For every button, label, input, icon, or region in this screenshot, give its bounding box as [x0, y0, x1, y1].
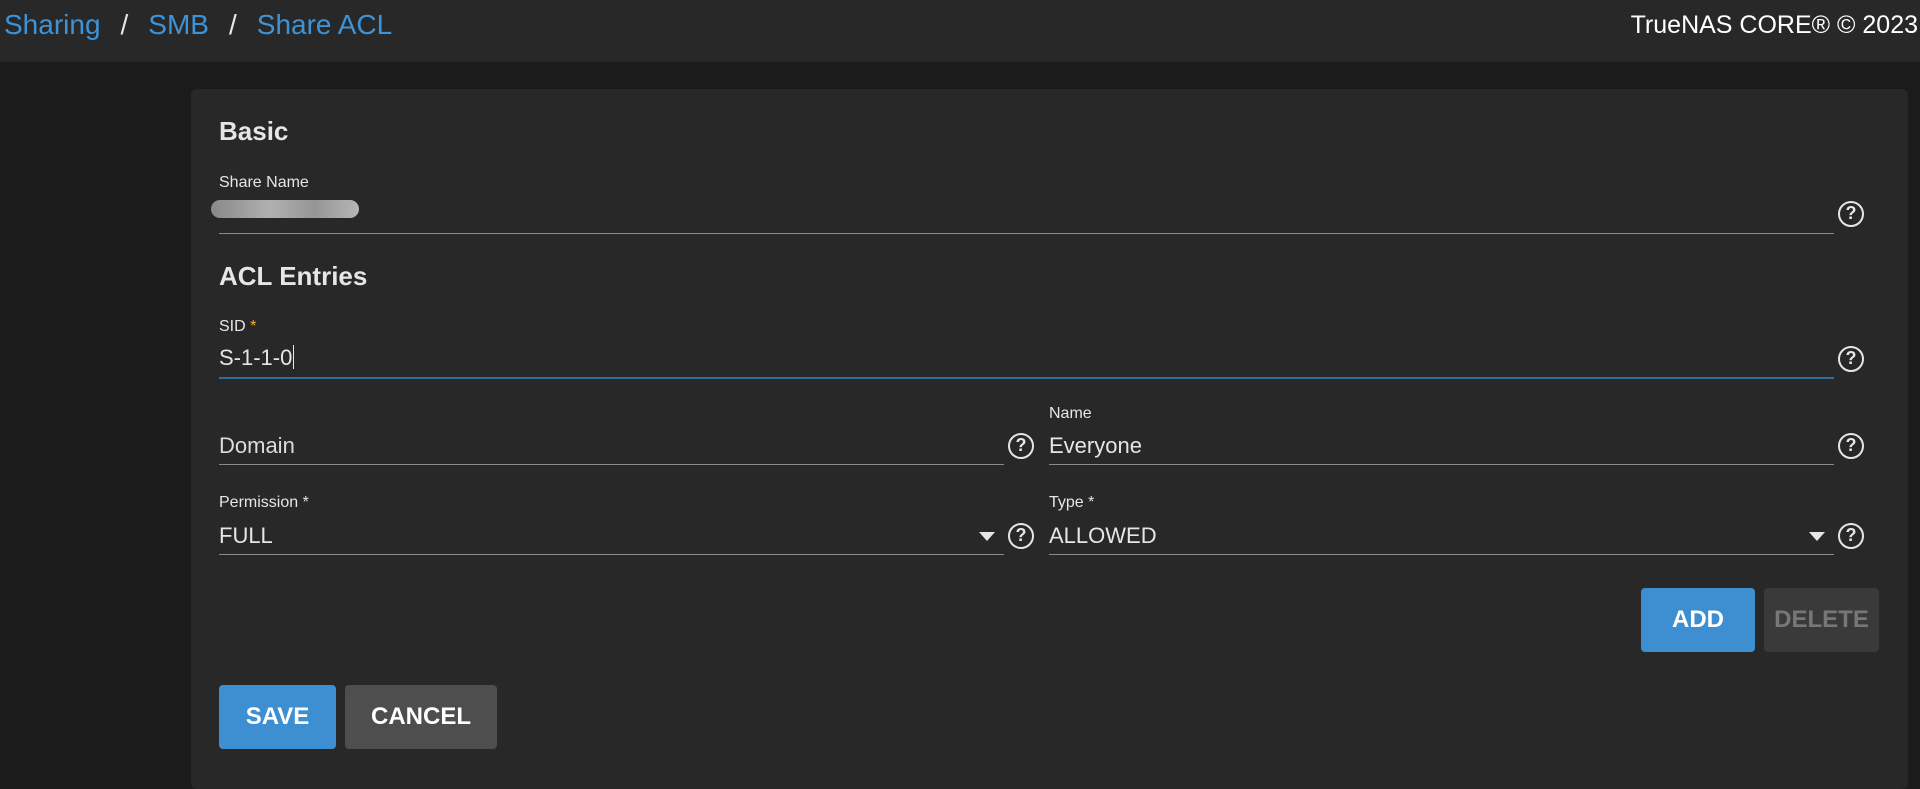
breadcrumb-smb[interactable]: SMB	[148, 8, 209, 42]
permission-select[interactable]: Permission * FULL	[219, 494, 1004, 555]
chevron-down-icon[interactable]	[1809, 532, 1825, 541]
type-select[interactable]: Type * ALLOWED	[1049, 494, 1834, 555]
share-name-label: Share Name	[219, 174, 309, 191]
breadcrumb-share-acl[interactable]: Share ACL	[257, 8, 392, 42]
type-value: ALLOWED	[1049, 523, 1157, 548]
delete-acl-entry-button: DELETE	[1764, 588, 1879, 652]
share-acl-form-card: Basic Share Name ? ACL Entries SID * S-1…	[191, 89, 1908, 789]
breadcrumb: Sharing / SMB / Share ACL	[4, 8, 392, 42]
permission-underline	[219, 554, 1004, 555]
type-underline	[1049, 554, 1834, 555]
breadcrumb-separator: /	[228, 9, 237, 40]
permission-help-icon[interactable]: ?	[1008, 523, 1034, 549]
name-underline	[1049, 464, 1834, 465]
sid-field[interactable]: SID * S-1-1-0	[219, 318, 1834, 379]
redacted-share-name	[211, 200, 359, 218]
sid-input[interactable]: S-1-1-0	[219, 345, 295, 371]
type-help-icon[interactable]: ?	[1838, 523, 1864, 549]
sid-underline	[219, 377, 1834, 379]
breadcrumb-sharing[interactable]: Sharing	[4, 8, 101, 42]
section-title-basic: Basic	[219, 116, 289, 146]
name-help-icon[interactable]: ?	[1838, 433, 1864, 459]
domain-help-icon[interactable]: ?	[1008, 433, 1034, 459]
chevron-down-icon[interactable]	[979, 532, 995, 541]
name-label: Name	[1049, 405, 1092, 422]
share-name-underline	[219, 233, 1834, 234]
text-cursor	[293, 345, 295, 369]
type-label: Type *	[1049, 494, 1095, 511]
share-name-help-icon[interactable]: ?	[1838, 201, 1864, 227]
required-mark: *	[250, 318, 257, 335]
permission-label: Permission *	[219, 494, 309, 511]
copyright-text: TrueNAS CORE® © 2023	[1630, 11, 1918, 39]
domain-field[interactable]: Domain	[219, 405, 1004, 465]
permission-value: FULL	[219, 523, 273, 548]
domain-input[interactable]: Domain	[219, 433, 295, 459]
share-name-field[interactable]: Share Name	[211, 174, 1834, 234]
name-input[interactable]: Everyone	[1049, 433, 1142, 459]
cancel-button[interactable]: CANCEL	[345, 685, 497, 749]
section-title-acl-entries: ACL Entries	[219, 261, 368, 291]
add-acl-entry-button[interactable]: ADD	[1641, 588, 1755, 652]
breadcrumb-separator: /	[120, 9, 129, 40]
sid-label: SID *	[219, 318, 257, 335]
save-button[interactable]: SAVE	[219, 685, 336, 749]
name-field[interactable]: Name Everyone	[1049, 405, 1834, 465]
top-bar: Sharing / SMB / Share ACL TrueNAS CORE® …	[0, 0, 1920, 62]
domain-underline	[219, 464, 1004, 465]
sid-help-icon[interactable]: ?	[1838, 346, 1864, 372]
